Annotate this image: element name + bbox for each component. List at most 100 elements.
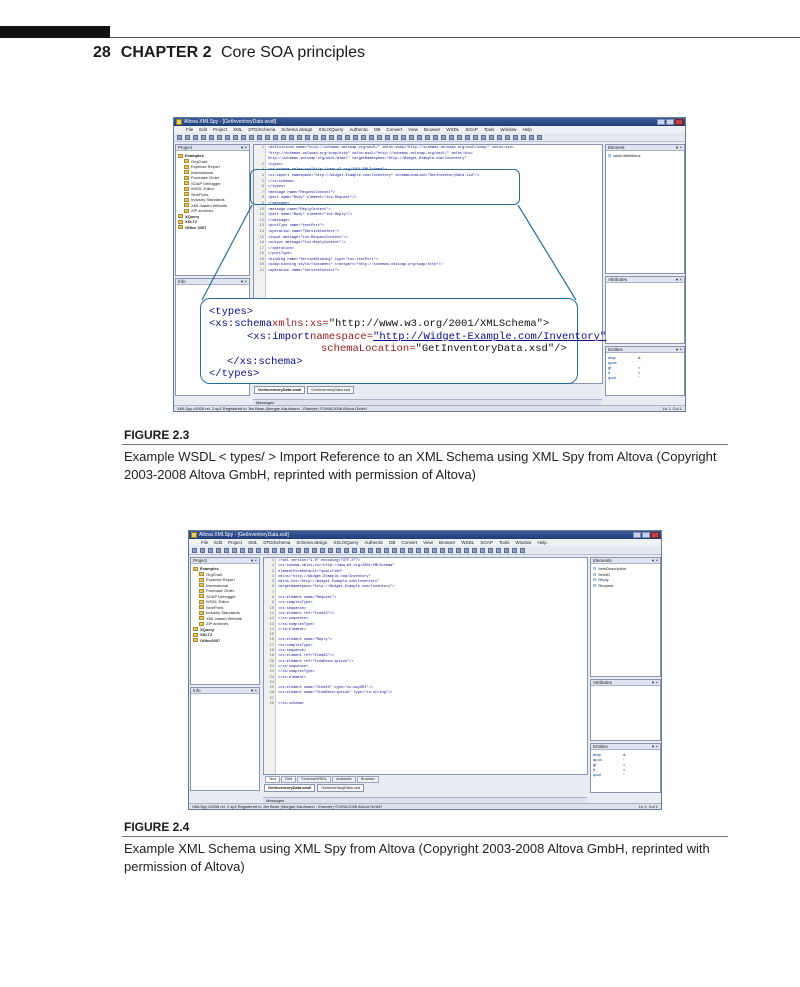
toolbar-button-icon[interactable]: [328, 548, 333, 553]
menu-item[interactable]: XSL/XQuery: [318, 126, 343, 133]
menu-item[interactable]: Browser: [439, 539, 456, 546]
document-tab[interactable]: GetInventoryData.xsd: [307, 386, 355, 394]
pane-close-icon[interactable]: ▾ ×: [652, 558, 658, 564]
menu-item[interactable]: Convert: [401, 539, 417, 546]
menu-item[interactable]: WSDL: [461, 539, 474, 546]
toolbar-button-icon[interactable]: [201, 135, 206, 140]
menu-item[interactable]: XML: [248, 539, 257, 546]
toolbar-button-icon[interactable]: [376, 548, 381, 553]
toolbar-button-icon[interactable]: [329, 135, 334, 140]
pane-close-icon[interactable]: ▾ ×: [251, 558, 257, 564]
toolbar-button-icon[interactable]: [312, 548, 317, 553]
menu-item[interactable]: Browser: [424, 126, 441, 133]
toolbar-button-icon[interactable]: [345, 135, 350, 140]
toolbar-button-icon[interactable]: [177, 135, 182, 140]
toolbar-button-icon[interactable]: [521, 135, 526, 140]
menu-item[interactable]: Schema design: [296, 539, 327, 546]
toolbar-button-icon[interactable]: [344, 548, 349, 553]
menu-item[interactable]: Project: [213, 126, 227, 133]
menu-item[interactable]: Project: [228, 539, 242, 546]
toolbar-button-icon[interactable]: [384, 548, 389, 553]
menu-item[interactable]: WSDL: [446, 126, 459, 133]
toolbar-button-icon[interactable]: [280, 548, 285, 553]
toolbar-button-icon[interactable]: [408, 548, 413, 553]
code-editor[interactable]: 1 <?xml version="1.0" encoding="UTF-8"?> 2…: [263, 557, 588, 775]
toolbar-button-icon[interactable]: [433, 135, 438, 140]
pane-close-icon[interactable]: ▾ ×: [652, 680, 658, 686]
pane-close-icon[interactable]: ▾ ×: [676, 277, 682, 283]
toolbar-button-icon[interactable]: [480, 548, 485, 553]
toolbar-button-icon[interactable]: [273, 135, 278, 140]
toolbar-button-icon[interactable]: [400, 548, 405, 553]
view-tab[interactable]: Authentic: [332, 776, 356, 783]
menu-item[interactable]: Convert: [386, 126, 402, 133]
menu-item[interactable]: Tools: [499, 539, 510, 546]
toolbar-button-icon[interactable]: [216, 548, 221, 553]
toolbar-button-icon[interactable]: [392, 548, 397, 553]
toolbar-button-icon[interactable]: [497, 135, 502, 140]
toolbar-button-icon[interactable]: [369, 135, 374, 140]
toolbar-button-icon[interactable]: [320, 548, 325, 553]
toolbar-button-icon[interactable]: [200, 548, 205, 553]
toolbar-button-icon[interactable]: [240, 548, 245, 553]
toolbar-button-icon[interactable]: [473, 135, 478, 140]
close-icon[interactable]: [675, 119, 683, 125]
view-tab[interactable]: Schema/WSDL: [297, 776, 332, 783]
toolbar-button-icon[interactable]: [321, 135, 326, 140]
menu-item[interactable]: SOAP: [465, 126, 478, 133]
toolbar-button-icon[interactable]: [441, 135, 446, 140]
toolbar-button-icon[interactable]: [232, 548, 237, 553]
toolbar-button-icon[interactable]: [313, 135, 318, 140]
menu-item[interactable]: View: [408, 126, 418, 133]
toolbar-button-icon[interactable]: [265, 135, 270, 140]
toolbar-button-icon[interactable]: [440, 548, 445, 553]
toolbar-button-icon[interactable]: [385, 135, 390, 140]
toolbar-button-icon[interactable]: [337, 135, 342, 140]
toolbar-button-icon[interactable]: [257, 135, 262, 140]
toolbar-button-icon[interactable]: [233, 135, 238, 140]
menu-item[interactable]: Help: [522, 126, 531, 133]
menu-item[interactable]: SOAP: [480, 539, 493, 546]
document-tab[interactable]: GetInventoryData.wsdl: [254, 386, 306, 394]
toolbar-button-icon[interactable]: [193, 135, 198, 140]
document-tab[interactable]: GetInventoryData.xsd: [317, 784, 365, 792]
menu-item[interactable]: View: [423, 539, 433, 546]
pane-close-icon[interactable]: ▾ ×: [652, 744, 658, 750]
menu-item[interactable]: XSL/XQuery: [333, 539, 358, 546]
toolbar-button-icon[interactable]: [281, 135, 286, 140]
toolbar-button-icon[interactable]: [208, 548, 213, 553]
menu-item[interactable]: File: [201, 539, 208, 546]
toolbar-button-icon[interactable]: [465, 135, 470, 140]
toolbar-button-icon[interactable]: [424, 548, 429, 553]
menu-item[interactable]: Help: [537, 539, 546, 546]
toolbar-button-icon[interactable]: [456, 548, 461, 553]
menu-item[interactable]: Tools: [484, 126, 495, 133]
toolbar-button-icon[interactable]: [224, 548, 229, 553]
toolbar-button-icon[interactable]: [368, 548, 373, 553]
menu-item[interactable]: Authentic: [364, 539, 383, 546]
toolbar-button-icon[interactable]: [481, 135, 486, 140]
entity-row[interactable]: quot ": [608, 375, 682, 380]
toolbar-button-icon[interactable]: [537, 135, 542, 140]
toolbar-button-icon[interactable]: [512, 548, 517, 553]
toolbar-button-icon[interactable]: [297, 135, 302, 140]
toolbar-button-icon[interactable]: [185, 135, 190, 140]
toolbar-button-icon[interactable]: [353, 135, 358, 140]
toolbar-button-icon[interactable]: [209, 135, 214, 140]
menu-item[interactable]: DTD/Schema: [248, 126, 275, 133]
maximize-icon[interactable]: [642, 532, 650, 538]
pane-close-icon[interactable]: ▾ ×: [676, 145, 682, 151]
toolbar-button-icon[interactable]: [401, 135, 406, 140]
menu-item[interactable]: DB: [389, 539, 395, 546]
menu-item[interactable]: Edit: [199, 126, 207, 133]
toolbar-button-icon[interactable]: [336, 548, 341, 553]
view-tab[interactable]: Browser: [356, 776, 379, 783]
pane-close-icon[interactable]: ▾ ×: [251, 688, 257, 694]
toolbar-button-icon[interactable]: [432, 548, 437, 553]
entity-row[interactable]: quot ": [593, 772, 658, 777]
toolbar-button-icon[interactable]: [305, 135, 310, 140]
toolbar-button-icon[interactable]: [304, 548, 309, 553]
toolbar-button-icon[interactable]: [504, 548, 509, 553]
toolbar-button-icon[interactable]: [352, 548, 357, 553]
toolbar-button-icon[interactable]: [489, 135, 494, 140]
